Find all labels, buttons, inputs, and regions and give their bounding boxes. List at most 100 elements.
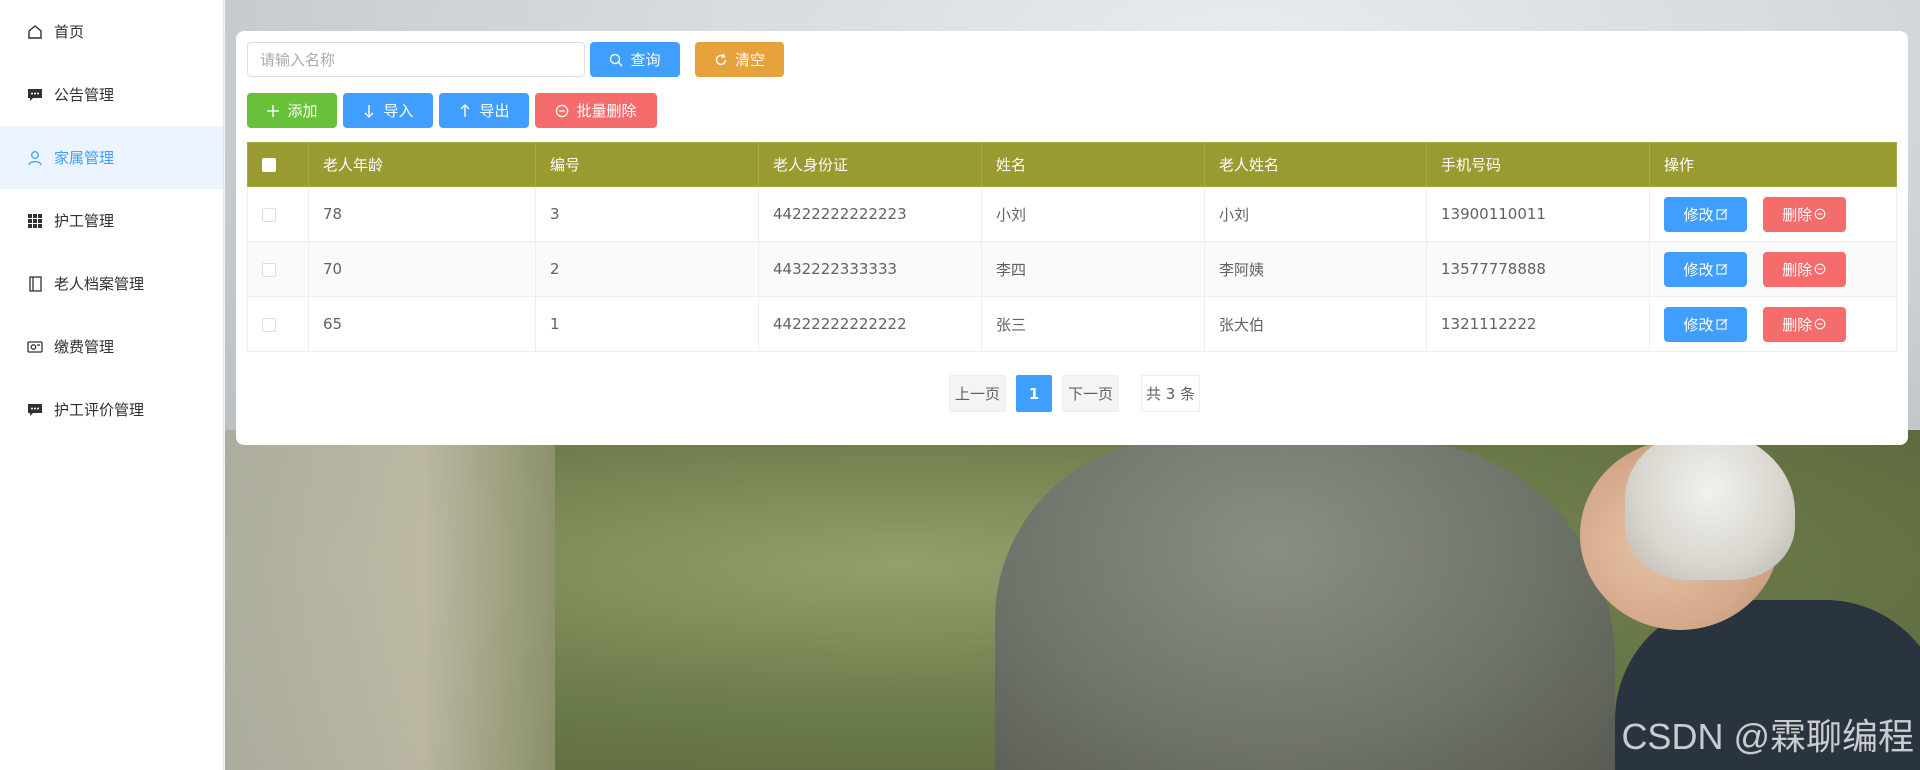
- export-button[interactable]: 导出: [439, 93, 529, 128]
- cell-name: 小刘: [981, 186, 1205, 242]
- remove-circle-icon: [1814, 208, 1826, 220]
- cell-name: 张三: [981, 296, 1205, 352]
- batch-delete-button[interactable]: 批量删除: [535, 93, 657, 128]
- sidebar-item-label: 护工评价管理: [54, 401, 145, 419]
- delete-button[interactable]: 删除: [1762, 251, 1846, 287]
- add-button-label: 添加: [287, 102, 318, 120]
- delete-button-label: 删除: [1782, 315, 1813, 334]
- plus-icon: [267, 104, 280, 117]
- clear-button-label: 清空: [734, 51, 765, 69]
- delete-button[interactable]: 删除: [1762, 306, 1846, 342]
- row-select-cell: [247, 241, 309, 297]
- column-header[interactable]: 手机号码: [1426, 142, 1650, 187]
- column-header[interactable]: 老人身份证: [758, 142, 982, 187]
- sidebar: 首页 公告管理 家属管理 护工管理 老人档案管理 缴费管理 护工评价管理: [0, 0, 224, 770]
- sidebar-item-home[interactable]: 首页: [0, 0, 223, 63]
- page-number-current[interactable]: 1: [1015, 375, 1052, 412]
- export-button-label: 导出: [479, 102, 510, 120]
- add-button[interactable]: 添加: [247, 93, 337, 128]
- sidebar-item-caregivers[interactable]: 护工管理: [0, 189, 223, 252]
- cell-age: 65: [308, 296, 536, 352]
- grid-icon: [27, 213, 43, 229]
- cell-elder-name: 李阿姨: [1204, 241, 1427, 297]
- pagination: 上一页 1 下一页 共 3 条: [236, 375, 1908, 412]
- cell-actions: 修改 删除: [1649, 186, 1897, 242]
- row-checkbox[interactable]: [262, 262, 276, 277]
- import-button[interactable]: 导入: [343, 93, 433, 128]
- arrow-up-icon: [460, 103, 470, 117]
- table-row: 65 1 44222222222222 张三 张大伯 1321112222 修改…: [247, 296, 1897, 352]
- cell-actions: 修改 删除: [1649, 241, 1897, 297]
- cell-id-card: 44222222222223: [758, 186, 982, 242]
- delete-button[interactable]: 删除: [1762, 196, 1846, 232]
- edit-button-label: 修改: [1683, 205, 1714, 224]
- cell-elder-name: 小刘: [1204, 186, 1427, 242]
- cell-name: 李四: [981, 241, 1205, 297]
- sidebar-item-payments[interactable]: 缴费管理: [0, 315, 223, 378]
- prev-page-button[interactable]: 上一页: [948, 375, 1006, 412]
- cell-phone: 13900110011: [1426, 186, 1650, 242]
- clear-button[interactable]: 清空: [695, 42, 784, 77]
- table-header-row: 老人年龄 编号 老人身份证 姓名 老人姓名 手机号码 操作: [247, 142, 1897, 187]
- cell-phone: 13577778888: [1426, 241, 1650, 297]
- import-button-label: 导入: [383, 102, 414, 120]
- home-icon: [27, 24, 43, 40]
- cell-age: 78: [308, 186, 536, 242]
- family-table: 老人年龄 编号 老人身份证 姓名 老人姓名 手机号码 操作 78 3 44222…: [247, 142, 1897, 352]
- sidebar-item-label: 缴费管理: [54, 338, 115, 356]
- edit-button[interactable]: 修改: [1664, 196, 1747, 232]
- row-select-cell: [247, 296, 309, 352]
- query-button[interactable]: 查询: [590, 42, 680, 77]
- chat-dots-icon: [27, 402, 43, 418]
- sidebar-item-caregiver-reviews[interactable]: 护工评价管理: [0, 378, 223, 441]
- row-checkbox[interactable]: [262, 207, 276, 222]
- query-button-label: 查询: [630, 51, 661, 69]
- sidebar-item-family[interactable]: 家属管理: [0, 126, 223, 189]
- edit-icon: [1715, 208, 1727, 220]
- sidebar-item-notices[interactable]: 公告管理: [0, 63, 223, 126]
- cell-id-card: 4432222333333: [758, 241, 982, 297]
- select-all-checkbox[interactable]: [262, 158, 276, 172]
- edit-icon: [1715, 263, 1727, 275]
- edit-icon: [1715, 318, 1727, 330]
- edit-button[interactable]: 修改: [1664, 306, 1747, 342]
- column-header[interactable]: 编号: [535, 142, 759, 187]
- main-card: 查询 清空 添加 导入 导出 批量删除: [236, 31, 1908, 445]
- column-header[interactable]: 老人姓名: [1204, 142, 1427, 187]
- next-page-button[interactable]: 下一页: [1061, 375, 1119, 412]
- delete-button-label: 删除: [1782, 205, 1813, 224]
- row-checkbox[interactable]: [262, 317, 276, 332]
- wallet-icon: [27, 339, 43, 355]
- edit-button-label: 修改: [1683, 260, 1714, 279]
- watermark: CSDN @霖聊编程: [1621, 716, 1914, 757]
- edit-button[interactable]: 修改: [1664, 251, 1747, 287]
- column-header[interactable]: 姓名: [981, 142, 1205, 187]
- cell-phone: 1321112222: [1426, 296, 1650, 352]
- batch-delete-button-label: 批量删除: [576, 102, 637, 120]
- delete-button-label: 删除: [1782, 260, 1813, 279]
- search-input[interactable]: [247, 42, 585, 77]
- row-select-cell: [247, 186, 309, 242]
- user-icon: [27, 150, 43, 166]
- cell-id: 2: [535, 241, 759, 297]
- edit-button-label: 修改: [1683, 315, 1714, 334]
- cell-elder-name: 张大伯: [1204, 296, 1427, 352]
- background-beach: [225, 430, 555, 770]
- column-header[interactable]: 老人年龄: [308, 142, 536, 187]
- sidebar-item-label: 老人档案管理: [54, 275, 145, 293]
- column-header: 操作: [1649, 142, 1897, 187]
- remove-circle-icon: [556, 104, 569, 117]
- sidebar-item-elder-archives[interactable]: 老人档案管理: [0, 252, 223, 315]
- toolbar: 添加 导入 导出 批量删除: [247, 93, 657, 128]
- cell-id-card: 44222222222222: [758, 296, 982, 352]
- chat-dots-icon: [27, 87, 43, 103]
- cell-age: 70: [308, 241, 536, 297]
- search-bar: 查询 清空: [247, 42, 784, 77]
- table-row: 70 2 4432222333333 李四 李阿姨 13577778888 修改…: [247, 241, 1897, 297]
- notebook-icon: [27, 275, 43, 292]
- sidebar-item-label: 首页: [54, 23, 85, 41]
- remove-circle-icon: [1814, 318, 1826, 330]
- sidebar-item-label: 公告管理: [54, 86, 115, 104]
- cell-actions: 修改 删除: [1649, 296, 1897, 352]
- background-man-figure: [995, 440, 1615, 770]
